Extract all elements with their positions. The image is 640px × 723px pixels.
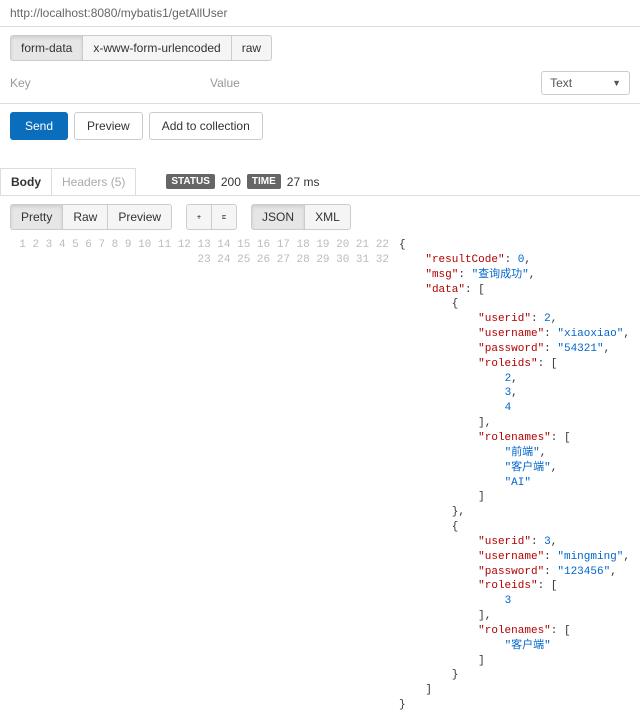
response-tabs: Body Headers (5) [0, 168, 136, 195]
time-label: TIME [247, 174, 281, 189]
view-preview[interactable]: Preview [107, 204, 172, 230]
status-info: STATUS 200 TIME 27 ms [166, 174, 319, 189]
view-pretty[interactable]: Pretty [10, 204, 63, 230]
time-value: 27 ms [287, 175, 320, 189]
status-code: 200 [221, 175, 241, 189]
response-tabs-row: Body Headers (5) STATUS 200 TIME 27 ms [0, 168, 640, 196]
view-raw[interactable]: Raw [62, 204, 108, 230]
view-controls: Pretty Raw Preview JSON XML [0, 196, 640, 238]
type-select-label: Text [550, 76, 572, 90]
line-gutter: 1 2 3 4 5 6 7 8 9 10 11 12 13 14 15 16 1… [10, 238, 399, 713]
url-bar: http://localhost:8080/mybatis1/getAllUse… [0, 0, 640, 26]
body-type-tabs: form-data x-www-form-urlencoded raw [10, 35, 272, 61]
format-json[interactable]: JSON [251, 204, 305, 230]
tab-form-data[interactable]: form-data [10, 35, 83, 61]
kv-header-row: Key Value Text ▼ [10, 61, 630, 95]
add-collection-button[interactable]: Add to collection [149, 112, 263, 140]
view-extra-buttons [186, 204, 237, 230]
type-select[interactable]: Text ▼ [541, 71, 630, 95]
body-type-section: form-data x-www-form-urlencoded raw Key … [0, 26, 640, 104]
expand-icon[interactable] [211, 204, 237, 230]
tab-raw[interactable]: raw [231, 35, 272, 61]
status-label: STATUS [166, 174, 215, 189]
chevron-down-icon: ▼ [612, 78, 621, 88]
request-url: http://localhost:8080/mybatis1/getAllUse… [10, 6, 227, 20]
collapse-icon[interactable] [186, 204, 212, 230]
send-button[interactable]: Send [10, 112, 68, 140]
kv-value-header: Value [210, 76, 430, 90]
format-tabs: JSON XML [251, 204, 351, 230]
kv-key-header: Key [10, 76, 210, 90]
tab-response-body[interactable]: Body [1, 169, 52, 195]
tab-response-headers[interactable]: Headers (5) [52, 169, 135, 195]
action-row: Send Preview Add to collection [0, 104, 640, 148]
format-xml[interactable]: XML [304, 204, 351, 230]
tab-urlencoded[interactable]: x-www-form-urlencoded [82, 35, 231, 61]
view-mode-tabs: Pretty Raw Preview [10, 204, 172, 230]
preview-button[interactable]: Preview [74, 112, 143, 140]
code-content: { "resultCode": 0, "msg": "查询成功", "data"… [399, 238, 630, 713]
response-body-pane: 1 2 3 4 5 6 7 8 9 10 11 12 13 14 15 16 1… [0, 238, 640, 723]
